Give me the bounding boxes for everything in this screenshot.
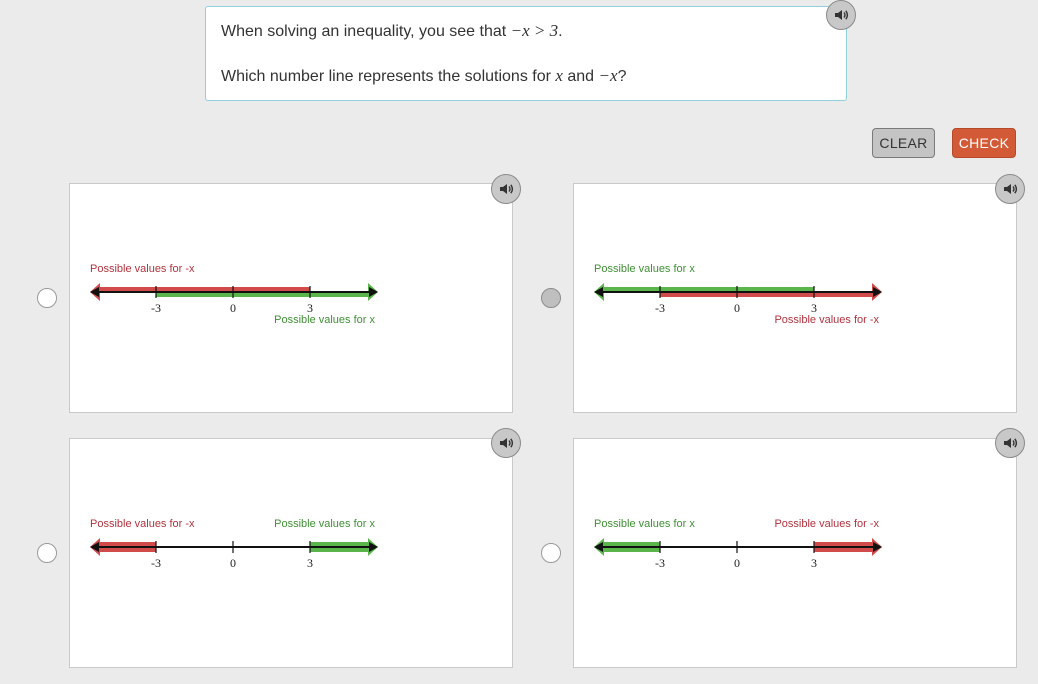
speaker-icon[interactable] [491, 174, 521, 204]
number-line: -3 0 3 Possible values for -x Possible value… [90, 518, 378, 570]
tick-label: 0 [734, 301, 740, 315]
question-line-2: Which number line represents the solutio… [221, 66, 627, 85]
speaker-icon[interactable] [995, 428, 1025, 458]
tick-label: -3 [655, 556, 665, 570]
option-1-card[interactable]: -3 0 3 Possible values for -x Possible value… [69, 183, 513, 413]
speaker-icon[interactable] [491, 428, 521, 458]
question-line-1: When solving an inequality, you see that… [221, 21, 563, 40]
speaker-icon[interactable] [826, 0, 856, 30]
number-line: -3 0 3 Possible values for x Possible values… [594, 518, 882, 570]
clear-button[interactable]: CLEAR [872, 128, 935, 158]
check-button[interactable]: CHECK [952, 128, 1016, 158]
left-label: Possible values for x [594, 263, 695, 275]
right-label: Possible values for x [274, 518, 375, 530]
option-2-card[interactable]: -3 0 3 Possible values for x Possible values… [573, 183, 1017, 413]
tick-label: 3 [307, 556, 313, 570]
option-1-radio[interactable] [37, 288, 57, 308]
option-3-card[interactable]: -3 0 3 Possible values for -x Possible value… [69, 438, 513, 668]
option-3-radio[interactable] [37, 543, 57, 563]
number-line: -3 0 3 Possible values for -x Possible value… [90, 263, 378, 326]
option-2-radio[interactable] [541, 288, 561, 308]
speaker-icon[interactable] [995, 174, 1025, 204]
tick-label: 0 [734, 556, 740, 570]
tick-label: 0 [230, 556, 236, 570]
tick-label: -3 [151, 301, 161, 315]
tick-label: 3 [811, 301, 817, 315]
tick-label: -3 [655, 301, 665, 315]
tick-label: -3 [151, 556, 161, 570]
tick-label: 0 [230, 301, 236, 315]
tick-label: 3 [811, 556, 817, 570]
question-prompt: When solving an inequality, you see that… [205, 6, 847, 101]
left-label: Possible values for x [594, 518, 695, 530]
left-label: Possible values for -x [90, 263, 195, 275]
option-4-card[interactable]: -3 0 3 Possible values for x Possible values… [573, 438, 1017, 668]
tick-label: 3 [307, 301, 313, 315]
inequality-math: −x > 3 [510, 21, 559, 40]
right-label: Possible values for x [274, 314, 375, 326]
option-4-radio[interactable] [541, 543, 561, 563]
right-label: Possible values for -x [774, 314, 879, 326]
left-label: Possible values for -x [90, 518, 195, 530]
right-label: Possible values for -x [774, 518, 879, 530]
number-line: -3 0 3 Possible values for x Possible values… [594, 263, 882, 326]
